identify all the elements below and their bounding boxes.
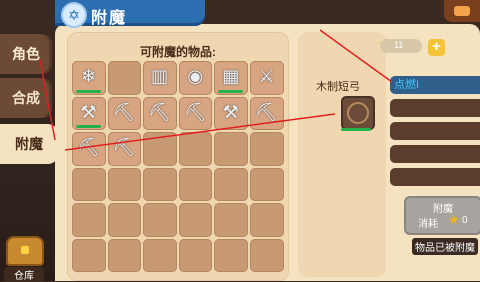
warehouse-button[interactable]: 仓库 [4,236,44,282]
star-count: 11 [394,40,404,50]
enchant-slot[interactable] [390,168,480,186]
bow-icon [347,102,369,124]
inventory-cell[interactable]: ▦ [214,61,248,95]
close-button[interactable] [444,0,480,22]
inventory-cell[interactable] [214,203,248,237]
inventory-cell[interactable] [107,61,142,95]
inventory-cell[interactable]: ⚔ [249,61,284,95]
cost-label: 消耗 [418,219,438,230]
inventory-cell[interactable]: ⛏ [249,96,284,130]
pickaxe-icon: ⛏ [112,101,136,122]
inventory-cell[interactable] [107,167,142,201]
status-notice: 物品已被附魔 [412,238,478,255]
inventory-cell[interactable] [107,203,142,237]
axe-icon: ⚒ [222,101,239,122]
page-title: 附魔 [91,10,128,27]
equipped-indicator [76,89,101,93]
inventory-cell[interactable] [178,167,213,201]
inventory-panel: 可附魔的物品: ❄ ▥ ◉ ▦ ⚔ ⚒ ⛏ ⛏ ⛏ ⚒ ⛏ ⛏ ⛏ [67,32,289,281]
pickaxe-icon: ⛏ [255,101,278,122]
sword-icon: ⚔ [258,66,275,86]
inventory-cell[interactable]: ⛏ [178,96,213,130]
enchant-slot[interactable] [390,99,480,117]
star-icon: ★ [448,212,460,227]
inventory-cell[interactable]: ⛏ [107,132,142,166]
inventory-cell[interactable] [178,203,213,237]
inventory-cell[interactable]: ⛏ [143,96,177,130]
pickaxe-icon: ⛏ [77,137,100,157]
enchant-button[interactable]: 附魔 消耗 ★ 0 [404,196,480,235]
treasure-chest-icon [6,236,44,266]
inventory-cell[interactable] [214,132,248,166]
inventory-cell[interactable] [143,167,177,201]
inventory-cell[interactable]: ⛏ [72,132,106,166]
enchant-button-label: 附魔 [433,204,453,215]
enchant-slot[interactable] [390,122,480,140]
green-armor-icon: ▦ [222,66,240,86]
inventory-cell[interactable]: ⚒ [72,96,106,130]
inventory-cell[interactable] [178,132,213,166]
equipped-indicator [341,128,371,131]
enchant-panel: 木制短弓 ★ 11 + 点燃I 附魔 消耗 ★ 0 物品已被附魔 [298,32,480,281]
equipped-indicator [76,125,101,128]
inventory-cell[interactable] [72,167,106,201]
tab-character[interactable]: 角色 [0,34,52,74]
inventory-cell[interactable] [249,203,284,237]
selected-item-name: 木制短弓 [316,81,360,93]
inventory-cell[interactable] [72,238,106,272]
inventory-cell[interactable] [249,167,284,201]
enchant-slots: 点燃I [390,76,480,191]
add-stars-button[interactable]: + [428,39,445,56]
inventory-cell[interactable] [249,238,284,272]
cost-value: 0 [462,215,468,226]
ice-boots-icon: ❄ [80,66,97,86]
inventory-cell[interactable]: ⚒ [214,96,248,130]
inventory-cell[interactable] [214,238,248,272]
equipped-indicator [218,89,244,93]
inventory-cell[interactable] [178,238,213,272]
inventory-title: 可附魔的物品: [140,45,216,59]
inventory-cell[interactable]: ◉ [178,61,213,95]
pickaxe-icon: ⛏ [148,101,172,122]
inventory-cell[interactable] [214,167,248,201]
inventory-grid: ❄ ▥ ◉ ▦ ⚔ ⚒ ⛏ ⛏ ⛏ ⚒ ⛏ ⛏ ⛏ [72,61,286,276]
inventory-cell[interactable] [107,238,142,272]
purple-pants-icon: ▥ [151,66,169,86]
inventory-cell[interactable]: ❄ [72,61,106,95]
inventory-cell[interactable] [143,132,177,166]
warehouse-label: 仓库 [4,267,44,282]
inventory-cell[interactable]: ▥ [143,61,177,95]
inventory-cell[interactable] [72,203,106,237]
selected-item-panel: 木制短弓 [298,32,386,277]
inventory-cell[interactable] [249,132,284,166]
inventory-cell[interactable]: ⛏ [107,96,142,130]
axe-icon: ⚒ [80,101,97,122]
tab-crafting[interactable]: 合成 [0,78,52,118]
pickaxe-icon: ⛏ [183,101,207,122]
title-bar: ✡ 附魔 [55,0,205,28]
enchant-slot[interactable] [390,145,480,163]
pickaxe-icon: ⛏ [112,137,136,157]
tab-enchant[interactable]: 附魔 [0,124,58,164]
star-of-david-icon: ✡ [61,2,87,28]
enchant-slot[interactable]: 点燃I [390,76,480,94]
inventory-cell[interactable] [143,203,177,237]
selected-item-slot[interactable] [341,96,375,130]
ice-helmet-icon: ◉ [187,66,204,86]
inventory-cell[interactable] [143,238,177,272]
